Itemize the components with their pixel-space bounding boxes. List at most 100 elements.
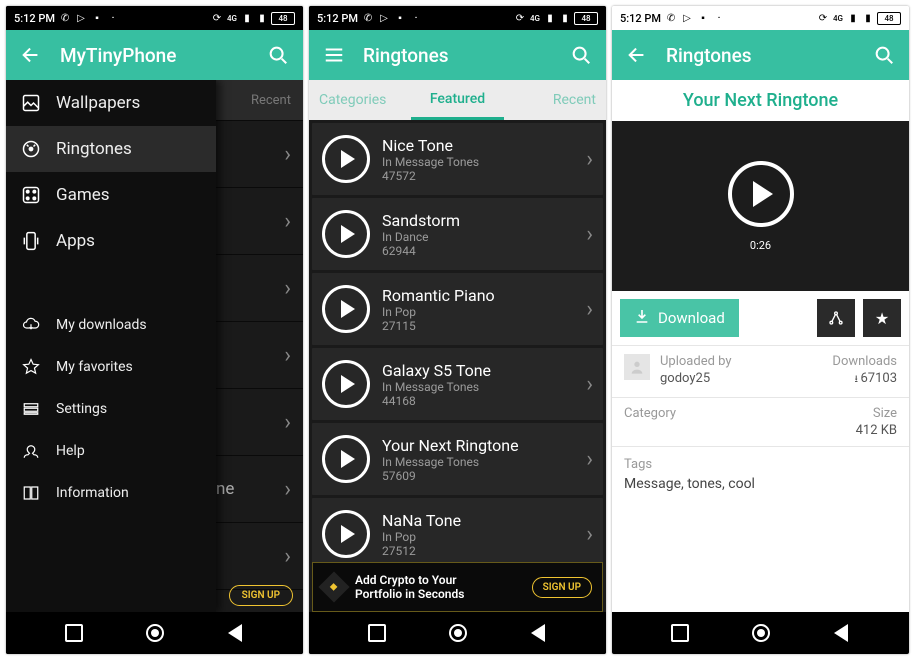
nav-recent-button[interactable] (668, 621, 692, 645)
drawer-item-favorites[interactable]: My favorites (6, 346, 216, 388)
drawer-item-label: Games (56, 185, 110, 205)
drawer-item-label: Wallpapers (56, 93, 140, 113)
play-button[interactable] (322, 210, 370, 258)
list-item[interactable]: Galaxy S5 ToneIn Message Tones44168 › (312, 348, 603, 420)
uploader-name[interactable]: godoy25 (660, 371, 732, 386)
back-icon[interactable] (626, 44, 648, 66)
status-bar: 5:12 PM ✆ ▷ ▪ · ⟳ 4G ▮ ▮ 48 (309, 6, 606, 30)
nav-back-button[interactable] (526, 621, 550, 645)
hamburger-icon[interactable] (323, 44, 345, 66)
signal-icon-2: ▮ (256, 12, 268, 24)
share-button[interactable] (817, 299, 855, 337)
drawer-item-label: Apps (56, 231, 95, 251)
drawer-item-ringtones[interactable]: Ringtones (6, 126, 216, 172)
play-icon (341, 300, 355, 318)
drawer-item-information[interactable]: Information (6, 472, 216, 514)
play-button[interactable] (322, 360, 370, 408)
list-item[interactable]: SandstormIn Dance62944 › (312, 198, 603, 270)
avatar-icon (624, 354, 650, 380)
sync-icon: ⟳ (817, 12, 829, 24)
search-icon[interactable] (267, 44, 289, 66)
nav-recent-button[interactable] (62, 621, 86, 645)
apps-icon (20, 230, 42, 252)
drawer-item-label: My favorites (56, 359, 133, 375)
drawer-item-label: Help (56, 443, 85, 459)
screen-ringtone-list: 5:12 PM ✆ ▷ ▪ · ⟳ 4G ▮ ▮ 48 Ringtones Ca… (309, 6, 606, 654)
nav-back-button[interactable] (829, 621, 853, 645)
tab-recent[interactable]: Recent (504, 80, 606, 120)
ad-logo-icon: ◆ (318, 571, 349, 602)
list-item[interactable]: Romantic PianoIn Pop27115 › (312, 273, 603, 345)
item-title: Romantic Piano (382, 286, 574, 305)
tab-bar: Categories Featured Recent (309, 80, 606, 120)
search-icon[interactable] (873, 44, 895, 66)
play-icon (341, 375, 355, 393)
play-button[interactable] (322, 435, 370, 483)
item-category: In Message Tones (382, 155, 574, 169)
tab-categories[interactable]: Categories (309, 80, 411, 120)
sync-icon: ⟳ (514, 12, 526, 24)
box-icon: ▪ (697, 12, 709, 24)
list-item[interactable]: Your Next RingtoneIn Message Tones57609 … (312, 423, 603, 495)
play-button[interactable] (322, 285, 370, 333)
app-title: Ringtones (666, 44, 855, 67)
item-count: 44168 (382, 394, 574, 408)
system-nav-bar (309, 612, 606, 654)
download-icon (634, 308, 650, 328)
size-value: 412 KB (856, 423, 897, 438)
favorite-button[interactable]: ★ (863, 299, 901, 337)
tab-featured[interactable]: Featured (411, 80, 503, 120)
tags-value: Message, tones, cool (624, 476, 897, 492)
system-nav-bar (612, 612, 909, 654)
play-icon (341, 525, 355, 543)
play-icon (341, 225, 355, 243)
drawer-item-help[interactable]: Help (6, 430, 216, 472)
drawer-item-apps[interactable]: Apps (6, 218, 216, 264)
play-icon: ▷ (681, 12, 693, 24)
system-nav-bar (6, 612, 303, 654)
star-icon (20, 356, 42, 378)
network-4g-icon: 4G (832, 12, 844, 24)
item-title: Sandstorm (382, 211, 574, 230)
list-item[interactable]: Nice ToneIn Message Tones47572 › (312, 123, 603, 195)
ad-banner[interactable]: ◆ Add Crypto to Your Portfolio in Second… (312, 562, 603, 612)
dot-icon: · (107, 12, 119, 24)
bg-signup-button[interactable]: SIGN UP (229, 585, 293, 606)
drawer-item-settings[interactable]: Settings (6, 388, 216, 430)
item-category: In Message Tones (382, 380, 574, 394)
status-time: 5:12 PM (317, 12, 358, 25)
nav-home-button[interactable] (749, 621, 773, 645)
chevron-right-icon: › (586, 222, 593, 247)
drawer-item-wallpapers[interactable]: Wallpapers (6, 80, 216, 126)
uploaded-by-label: Uploaded by (660, 354, 732, 369)
chevron-right-icon: › (586, 372, 593, 397)
download-button[interactable]: Download (620, 299, 739, 337)
ad-cta-button[interactable]: SIGN UP (532, 577, 592, 598)
play-button[interactable] (322, 135, 370, 183)
nav-recent-button[interactable] (365, 621, 389, 645)
back-icon[interactable] (20, 44, 42, 66)
nav-back-button[interactable] (223, 621, 247, 645)
drawer-item-games[interactable]: Games (6, 172, 216, 218)
star-icon: ★ (875, 309, 889, 328)
nav-home-button[interactable] (143, 621, 167, 645)
status-time: 5:12 PM (14, 12, 55, 25)
ringtones-icon (20, 138, 42, 160)
downloads-label: Downloads (832, 354, 897, 369)
play-button[interactable] (322, 510, 370, 558)
play-button[interactable] (728, 161, 794, 227)
nav-home-button[interactable] (446, 621, 470, 645)
ringtone-list[interactable]: Nice ToneIn Message Tones47572 › Sandsto… (309, 120, 606, 612)
signal-icon-2: ▮ (862, 12, 874, 24)
signal-icon: ▮ (241, 12, 253, 24)
item-title: Galaxy S5 Tone (382, 361, 574, 380)
dot-icon: · (713, 12, 725, 24)
chevron-right-icon: › (586, 522, 593, 547)
drawer-item-downloads[interactable]: My downloads (6, 304, 216, 346)
list-item[interactable]: NaNa ToneIn Pop27512 › (312, 498, 603, 570)
whatsapp-icon: ✆ (362, 12, 374, 24)
search-icon[interactable] (570, 44, 592, 66)
item-title: Nice Tone (382, 136, 574, 155)
play-icon (341, 150, 355, 168)
download-label: Download (658, 309, 725, 327)
